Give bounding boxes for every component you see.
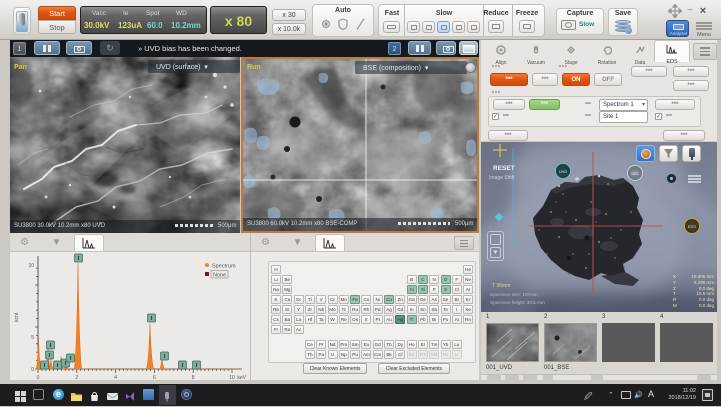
svg-text:None: None (213, 273, 226, 279)
svg-text:kcnt: kcnt (14, 312, 20, 322)
svg-text:Spectrum: Spectrum (212, 264, 236, 270)
svg-text:5: 5 (31, 335, 34, 341)
svg-text:10: 10 (28, 263, 34, 269)
svg-text:0: 0 (31, 367, 34, 373)
